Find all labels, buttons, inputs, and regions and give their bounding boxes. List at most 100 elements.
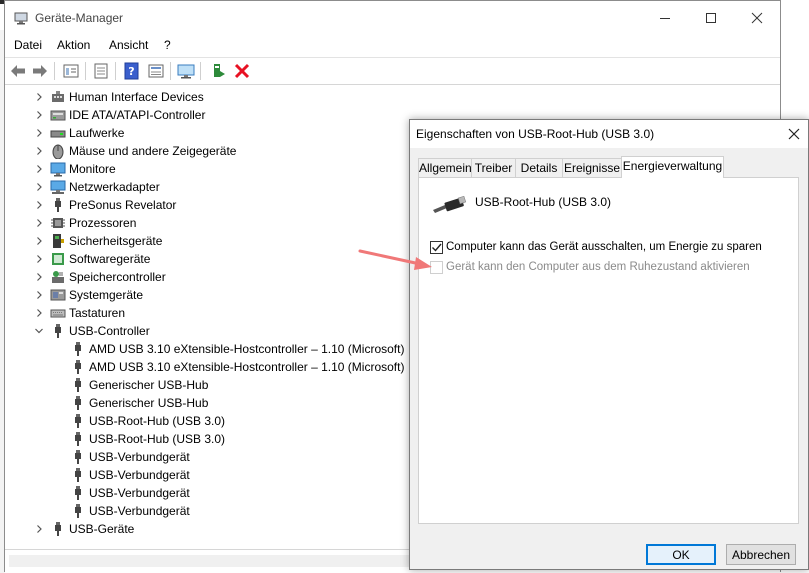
tree-device[interactable]: USB-Root-Hub (USB 3.0) bbox=[7, 430, 437, 448]
menu-aktion[interactable]: Aktion bbox=[57, 38, 90, 52]
help-icon[interactable]: ? bbox=[123, 62, 141, 80]
tree-item-label: Systemgeräte bbox=[69, 288, 144, 302]
close-icon bbox=[751, 12, 763, 24]
tree-category[interactable]: USB-Geräte bbox=[7, 520, 437, 538]
chevron-right-icon[interactable] bbox=[34, 181, 44, 193]
title-bar: Geräte-Manager bbox=[5, 1, 780, 35]
tree-category[interactable]: IDE ATA/ATAPI-Controller bbox=[7, 106, 437, 124]
mouse-icon bbox=[52, 144, 64, 159]
tree-item-label: Prozessoren bbox=[69, 216, 137, 230]
tree-category[interactable]: Mäuse und andere Zeigegeräte bbox=[7, 142, 437, 160]
ok-button[interactable]: OK bbox=[646, 544, 716, 565]
chevron-down-icon[interactable] bbox=[34, 325, 44, 337]
close-button[interactable] bbox=[734, 1, 780, 35]
properties-dialog: Eigenschaften von USB-Root-Hub (USB 3.0)… bbox=[409, 119, 809, 570]
tab-treiber[interactable]: Treiber bbox=[471, 158, 516, 177]
tree-device[interactable]: USB-Verbundgerät bbox=[7, 502, 437, 520]
toolbar: ? bbox=[5, 57, 780, 85]
usb-plug-icon bbox=[75, 450, 81, 464]
forward-arrow-icon[interactable] bbox=[31, 62, 49, 80]
chevron-right-icon[interactable] bbox=[34, 307, 44, 319]
tree-category[interactable]: Tastaturen bbox=[7, 304, 437, 322]
tree-item-label: Speichercontroller bbox=[69, 270, 166, 284]
tree-item-label: Monitore bbox=[69, 162, 116, 176]
chevron-right-icon[interactable] bbox=[34, 163, 44, 175]
cpu-icon bbox=[51, 218, 65, 228]
device-manager-app-icon bbox=[14, 12, 28, 25]
tab-details[interactable]: Details bbox=[515, 158, 563, 177]
minimize-button[interactable] bbox=[642, 1, 688, 35]
dialog-close-button[interactable] bbox=[788, 124, 800, 145]
tree-category[interactable]: Netzwerkadapter bbox=[7, 178, 437, 196]
software-icon bbox=[52, 253, 64, 265]
chevron-right-icon[interactable] bbox=[34, 271, 44, 283]
tree-device[interactable]: USB-Verbundgerät bbox=[7, 448, 437, 466]
tree-item-label: IDE ATA/ATAPI-Controller bbox=[69, 108, 206, 122]
tree-device[interactable]: USB-Verbundgerät bbox=[7, 484, 437, 502]
hid-icon bbox=[52, 91, 64, 102]
tree-item-label: Softwaregeräte bbox=[69, 252, 151, 266]
back-arrow-icon[interactable] bbox=[9, 62, 27, 80]
monitor-icon bbox=[50, 162, 66, 177]
uninstall-device-icon[interactable] bbox=[233, 62, 251, 80]
tab-energieverwaltung[interactable]: Energieverwaltung bbox=[621, 156, 724, 178]
keyboard-icon bbox=[50, 309, 66, 318]
tree-category[interactable]: Human Interface Devices bbox=[7, 88, 437, 106]
tree-category[interactable]: PreSonus Revelator bbox=[7, 196, 437, 214]
chevron-right-icon[interactable] bbox=[34, 199, 44, 211]
menu-ansicht[interactable]: Ansicht bbox=[109, 38, 148, 52]
chevron-right-icon[interactable] bbox=[34, 253, 44, 265]
tree-category[interactable]: USB-Controller bbox=[7, 322, 437, 340]
maximize-button[interactable] bbox=[688, 1, 734, 35]
tree-item-label: Generischer USB-Hub bbox=[89, 378, 209, 392]
usb-plug-icon bbox=[75, 504, 81, 518]
close-icon bbox=[788, 128, 800, 140]
storage-icon bbox=[52, 271, 64, 283]
toolbar-separator bbox=[85, 62, 86, 80]
tree-item-label: Mäuse und andere Zeigegeräte bbox=[69, 144, 237, 158]
chevron-right-icon[interactable] bbox=[34, 127, 44, 139]
chevron-right-icon[interactable] bbox=[34, 91, 44, 103]
list-view-icon[interactable] bbox=[92, 62, 110, 80]
update-driver-icon[interactable] bbox=[209, 62, 227, 80]
tree-device[interactable]: AMD USB 3.10 eXtensible-Hostcontroller –… bbox=[7, 340, 437, 358]
tree-item-label: Tastaturen bbox=[69, 306, 126, 320]
toolbar-separator bbox=[54, 62, 55, 80]
tree-category[interactable]: Monitore bbox=[7, 160, 437, 178]
device-name: USB-Root-Hub (USB 3.0) bbox=[475, 195, 612, 209]
tree-device[interactable]: USB-Verbundgerät bbox=[7, 466, 437, 484]
chevron-right-icon[interactable] bbox=[34, 235, 44, 247]
tree-device[interactable]: USB-Root-Hub (USB 3.0) bbox=[7, 412, 437, 430]
tree-item-label: USB-Controller bbox=[69, 324, 150, 338]
chevron-right-icon[interactable] bbox=[34, 523, 44, 535]
tree-category[interactable]: Systemgeräte bbox=[7, 286, 437, 304]
usb-plug-icon bbox=[55, 324, 61, 338]
tree-item-label: USB-Verbundgerät bbox=[89, 450, 190, 464]
menu-datei[interactable]: Datei bbox=[14, 38, 42, 52]
scan-hardware-icon[interactable] bbox=[177, 62, 195, 80]
properties-view-icon[interactable] bbox=[62, 62, 80, 80]
tree-category[interactable]: Laufwerke bbox=[7, 124, 437, 142]
tree-item-label: AMD USB 3.10 eXtensible-Hostcontroller –… bbox=[89, 360, 405, 374]
usb-plug-icon bbox=[55, 198, 61, 212]
tree-device[interactable]: Generischer USB-Hub bbox=[7, 376, 437, 394]
menu-help[interactable]: ? bbox=[164, 38, 171, 52]
tab-ereignisse[interactable]: Ereignisse bbox=[562, 158, 622, 177]
tree-item-label: Generischer USB-Hub bbox=[89, 396, 209, 410]
chevron-right-icon[interactable] bbox=[34, 289, 44, 301]
chevron-right-icon[interactable] bbox=[34, 217, 44, 229]
tab-allgemein[interactable]: Allgemein bbox=[418, 158, 472, 177]
chevron-right-icon[interactable] bbox=[34, 145, 44, 157]
tree-device[interactable]: Generischer USB-Hub bbox=[7, 394, 437, 412]
tree-device[interactable]: AMD USB 3.10 eXtensible-Hostcontroller –… bbox=[7, 358, 437, 376]
cancel-button[interactable]: Abbrechen bbox=[726, 544, 796, 565]
tree-item-label: Laufwerke bbox=[69, 126, 125, 140]
tree-item-label: USB-Root-Hub (USB 3.0) bbox=[89, 414, 226, 428]
usb-plug-icon bbox=[75, 486, 81, 500]
allow-wake-label: Gerät kann den Computer aus dem Ruhezust… bbox=[446, 261, 750, 273]
details-view-icon[interactable] bbox=[147, 62, 165, 80]
tree-category[interactable]: Prozessoren bbox=[7, 214, 437, 232]
toolbar-separator bbox=[170, 62, 171, 80]
scrollbar-track[interactable] bbox=[9, 555, 409, 567]
chevron-right-icon[interactable] bbox=[34, 109, 44, 121]
